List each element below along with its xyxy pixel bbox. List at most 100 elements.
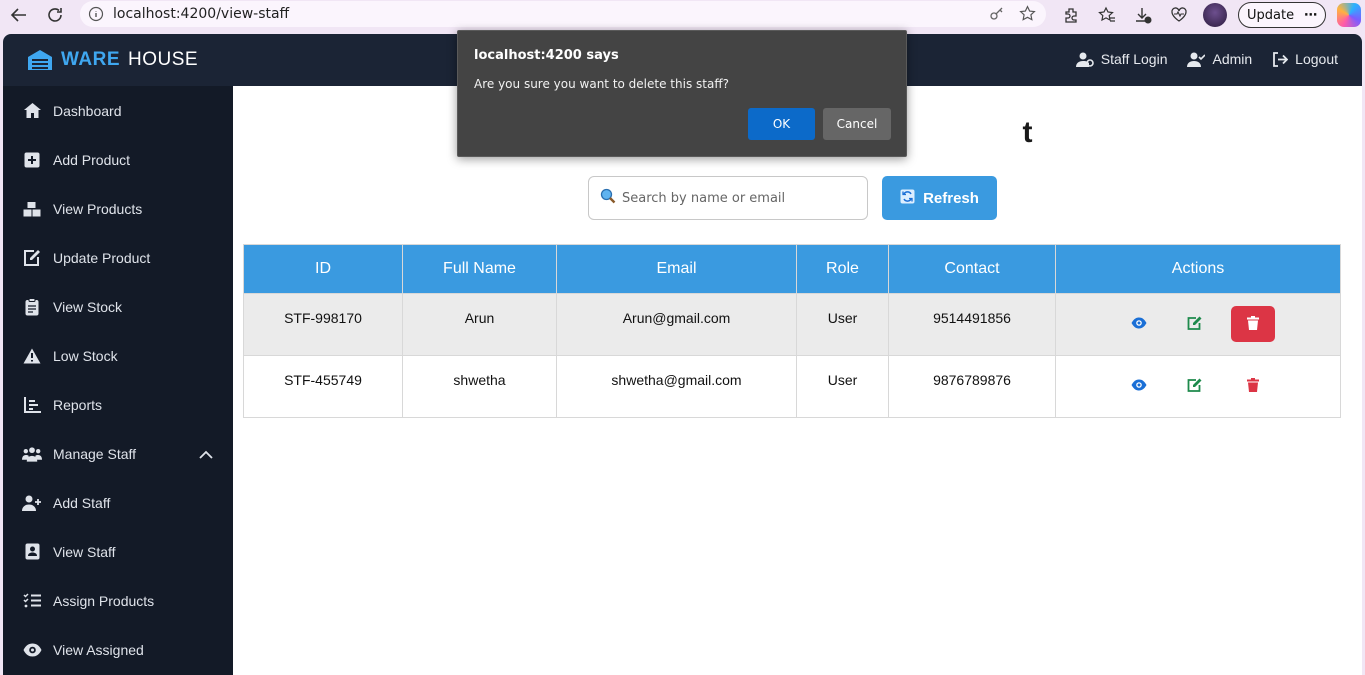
delete-button[interactable] xyxy=(1231,368,1275,404)
chevron-up-icon[interactable] xyxy=(199,446,213,462)
eye-icon xyxy=(1131,316,1147,332)
sidebar-item-low-stock[interactable]: Low Stock xyxy=(3,331,233,380)
user-plus-icon xyxy=(22,493,42,513)
back-button[interactable] xyxy=(4,1,34,29)
dialog-title: localhost:4200 says xyxy=(474,48,619,63)
back-arrow-icon xyxy=(10,8,26,22)
main-content: t Refresh ID Full Name Email Role Contac… xyxy=(233,86,1362,675)
sidebar-item-reports[interactable]: Reports xyxy=(3,380,233,429)
update-label: Update xyxy=(1247,7,1295,23)
cell-contact: 9514491856 xyxy=(888,293,1056,356)
cell-email: shwetha@gmail.com xyxy=(556,355,797,418)
edit-icon xyxy=(22,248,42,268)
browser-toolbar: localhost:4200/view-staff Update ⋯ xyxy=(0,0,1365,30)
sidebar-item-label: Low Stock xyxy=(53,347,118,364)
sidebar-item-label: View Staff xyxy=(53,543,116,560)
trash-icon xyxy=(1247,377,1259,395)
sidebar: Dashboard Add Product View Products Upda… xyxy=(3,86,233,675)
search-input[interactable] xyxy=(622,190,852,206)
sidebar-item-view-stock[interactable]: View Stock xyxy=(3,282,233,331)
admin-link[interactable]: Admin xyxy=(1187,51,1252,67)
id-card-icon xyxy=(22,542,42,562)
edit-button[interactable] xyxy=(1176,306,1212,342)
edit-button[interactable] xyxy=(1176,368,1212,404)
reload-icon xyxy=(48,8,62,22)
logout-label: Logout xyxy=(1295,51,1338,67)
brand-name-part2: HOUSE xyxy=(128,49,199,70)
sidebar-item-label: Manage Staff xyxy=(53,445,137,462)
clipboard-icon xyxy=(22,297,42,317)
favorite-star-icon[interactable] xyxy=(1019,5,1036,26)
delete-button[interactable] xyxy=(1231,306,1275,342)
sidebar-item-update-product[interactable]: Update Product xyxy=(3,233,233,282)
cell-contact: 9876789876 xyxy=(888,355,1056,418)
cell-id: STF-455749 xyxy=(243,355,403,418)
downloads-icon[interactable] xyxy=(1130,2,1156,28)
column-header-role: Role xyxy=(796,244,889,294)
home-icon xyxy=(22,101,42,121)
edit-icon xyxy=(1187,316,1202,333)
sidebar-item-label: View Stock xyxy=(53,298,122,315)
cell-role: User xyxy=(796,355,889,418)
sidebar-item-view-products[interactable]: View Products xyxy=(3,184,233,233)
users-icon xyxy=(22,444,42,464)
cell-email: Arun@gmail.com xyxy=(556,293,797,356)
sidebar-item-label: Dashboard xyxy=(53,102,122,119)
ok-button[interactable]: OK xyxy=(748,108,815,140)
brand-name-part1: WARE xyxy=(61,49,120,70)
column-header-id: ID xyxy=(243,244,403,294)
copilot-icon[interactable] xyxy=(1336,2,1362,28)
user-cog-icon xyxy=(1075,52,1094,67)
staff-login-link[interactable]: Staff Login xyxy=(1075,51,1167,67)
dialog-message: Are you sure you want to delete this sta… xyxy=(474,77,729,91)
cell-name: shwetha xyxy=(402,355,557,418)
column-header-full-name: Full Name xyxy=(402,244,557,294)
sidebar-item-label: Assign Products xyxy=(53,592,155,609)
address-bar[interactable]: localhost:4200/view-staff xyxy=(80,1,1046,27)
more-icon: ⋯ xyxy=(1304,7,1318,23)
view-button[interactable] xyxy=(1121,368,1157,404)
plus-square-icon xyxy=(22,150,42,170)
sidebar-item-manage-staff[interactable]: Manage Staff xyxy=(3,429,233,478)
brand-logo[interactable]: WARE HOUSE xyxy=(27,49,198,71)
column-header-actions: Actions xyxy=(1055,244,1341,294)
eye-icon xyxy=(22,640,42,660)
sidebar-item-add-staff[interactable]: Add Staff xyxy=(3,478,233,527)
warehouse-icon xyxy=(28,50,52,70)
cancel-button[interactable]: Cancel xyxy=(823,108,891,140)
sidebar-item-add-product[interactable]: Add Product xyxy=(3,135,233,184)
list-check-icon xyxy=(22,591,42,611)
health-icon[interactable] xyxy=(1166,2,1192,28)
search-icon xyxy=(600,188,616,208)
refresh-icon xyxy=(900,189,915,208)
sidebar-item-assign-products[interactable]: Assign Products xyxy=(3,576,233,625)
sidebar-item-view-assigned[interactable]: View Assigned xyxy=(3,625,233,674)
edit-icon xyxy=(1187,378,1202,395)
trash-icon xyxy=(1247,315,1259,333)
logout-link[interactable]: Logout xyxy=(1272,51,1338,67)
sidebar-item-label: Add Product xyxy=(53,151,131,168)
staff-table: ID Full Name Email Role Contact Actions … xyxy=(243,244,1341,418)
site-info-icon[interactable] xyxy=(88,6,104,22)
sidebar-item-label: Reports xyxy=(53,396,103,413)
table-header-row: ID Full Name Email Role Contact Actions xyxy=(243,244,1341,294)
chart-icon xyxy=(22,395,42,415)
favorites-icon[interactable] xyxy=(1094,2,1120,28)
column-header-email: Email xyxy=(556,244,797,294)
update-button[interactable]: Update ⋯ xyxy=(1238,2,1327,28)
search-field[interactable] xyxy=(588,176,868,220)
user-check-icon xyxy=(1187,52,1206,67)
logout-icon xyxy=(1273,51,1289,67)
sidebar-item-dashboard[interactable]: Dashboard xyxy=(3,86,233,135)
refresh-button[interactable]: Refresh xyxy=(882,176,997,220)
sidebar-item-label: Add Staff xyxy=(53,494,111,511)
warning-icon xyxy=(22,346,42,366)
key-icon[interactable] xyxy=(989,5,1005,26)
extensions-icon[interactable] xyxy=(1058,2,1084,28)
view-button[interactable] xyxy=(1121,306,1157,342)
sidebar-item-view-staff[interactable]: View Staff xyxy=(3,527,233,576)
profile-avatar[interactable] xyxy=(1202,2,1228,28)
boxes-icon xyxy=(22,199,42,219)
cell-actions xyxy=(1055,355,1341,418)
reload-button[interactable] xyxy=(40,1,70,29)
